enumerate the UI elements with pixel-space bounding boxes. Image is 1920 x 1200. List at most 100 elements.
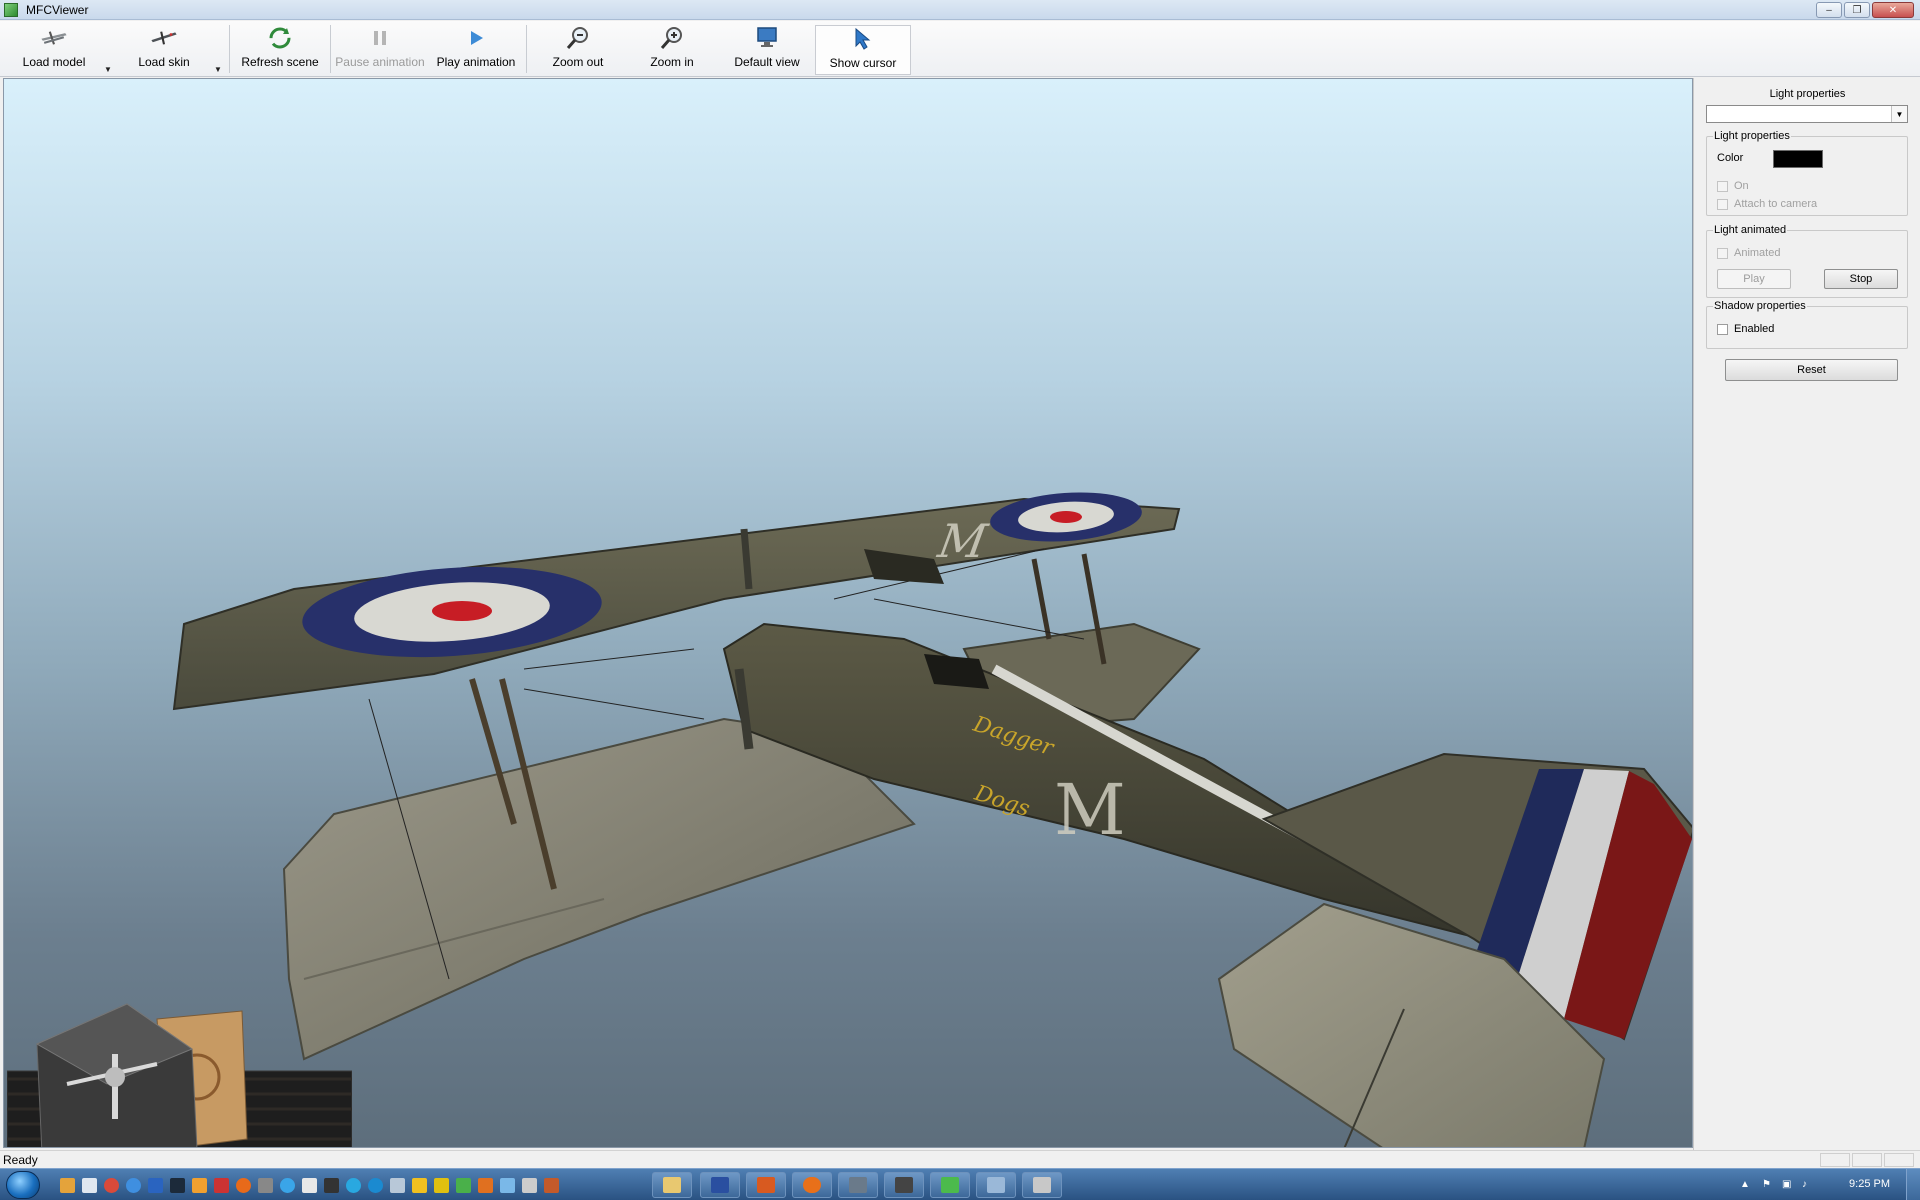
show-desktop-button[interactable] [1906,1169,1920,1200]
animated-label: Animated [1734,247,1781,259]
light-animated-group: Light animated Animated Play Stop [1706,224,1908,298]
quick-launch-icon[interactable] [522,1178,537,1193]
enabled-checkbox-row[interactable]: Enabled [1717,323,1774,335]
attach-to-camera-label: Attach to camera [1734,198,1818,210]
enabled-checkbox[interactable] [1717,323,1728,335]
quick-launch-icon[interactable] [544,1178,559,1193]
load-model-button[interactable]: Load model [14,25,94,75]
animated-checkbox[interactable] [1717,247,1728,259]
taskbar: ▲ ⚑ ▣ ♪ 9:25 PM [0,1168,1920,1200]
reset-button[interactable]: Reset [1725,359,1898,381]
attach-to-camera-checkbox[interactable] [1717,198,1728,210]
refresh-icon [266,25,294,51]
chevron-down-icon[interactable]: ▼ [1891,106,1907,122]
zoom-in-button[interactable]: Zoom in [632,25,712,75]
status-pane [1820,1153,1850,1167]
group-label: Light properties [1713,130,1791,142]
tray-chevron-icon[interactable]: ▲ [1740,1179,1752,1191]
quick-launch-icon[interactable] [170,1178,185,1193]
quick-launch-icon[interactable] [302,1178,317,1193]
restore-button[interactable]: ❐ [1844,2,1870,18]
volume-icon[interactable]: ♪ [1802,1179,1814,1191]
quick-launch-icon[interactable] [192,1178,207,1193]
load-skin-button[interactable]: Load skin [124,25,204,75]
group-label: Shadow properties [1713,300,1807,312]
refresh-scene-button[interactable]: Refresh scene [240,25,320,75]
quick-launch-icon[interactable] [60,1178,75,1193]
status-pane [1884,1153,1914,1167]
quick-launch-icon[interactable] [126,1178,141,1193]
toolbar: Load model ▼ Load skin ▼ Refresh scene P… [0,21,1920,77]
taskbar-app[interactable] [976,1172,1016,1198]
tray-clock[interactable]: 9:25 PM [1849,1178,1890,1190]
shadow-properties-group: Shadow properties Enabled [1706,300,1908,349]
pause-icon [366,25,394,51]
toolbar-separator [229,25,230,73]
load-skin-dropdown-arrow[interactable]: ▼ [214,65,222,74]
quick-launch-icon[interactable] [456,1178,471,1193]
quick-launch-icon[interactable] [214,1178,229,1193]
quick-launch-icon[interactable] [104,1178,119,1193]
3d-viewport[interactable]: M M Dagger Dogs [3,78,1693,1148]
quick-launch-icon[interactable] [280,1178,295,1193]
quick-launch-icon[interactable] [258,1178,273,1193]
pause-animation-button[interactable]: Pause animation [334,25,426,75]
taskbar-app[interactable] [746,1172,786,1198]
on-checkbox-row[interactable]: On [1717,180,1749,192]
quick-launch-icon[interactable] [412,1178,427,1193]
biplane-icon [40,25,68,51]
attach-to-camera-row[interactable]: Attach to camera [1717,198,1817,210]
taskbar-app[interactable] [700,1172,740,1198]
taskbar-app[interactable] [838,1172,878,1198]
refresh-scene-label: Refresh scene [241,55,319,69]
color-swatch[interactable] [1773,150,1823,168]
close-button[interactable]: ✕ [1872,2,1914,18]
taskbar-explorer[interactable] [652,1172,692,1198]
play-animation-button[interactable]: Play animation [430,25,522,75]
show-cursor-button[interactable]: Show cursor [815,25,911,75]
stop-button[interactable]: Stop [1824,269,1898,289]
group-label: Light animated [1713,224,1788,236]
animated-checkbox-row[interactable]: Animated [1717,247,1780,259]
cursor-icon [849,26,877,52]
default-view-label: Default view [734,55,800,69]
light-select-combo[interactable]: ▼ [1706,105,1908,123]
taskbar-app[interactable] [1022,1172,1062,1198]
quick-launch-icon[interactable] [346,1178,361,1193]
on-checkbox[interactable] [1717,180,1728,192]
zoom-out-button[interactable]: Zoom out [538,25,618,75]
monitor-icon [753,25,781,51]
status-bar: Ready [0,1150,1920,1168]
zoom-out-label: Zoom out [552,55,604,69]
light-properties-panel: Light properties ▼ Light properties Colo… [1693,78,1920,1150]
biplane-model [172,492,1692,1147]
quick-launch-icon[interactable] [390,1178,405,1193]
fuselage-letter: M [1054,769,1126,851]
taskbar-mfcviewer[interactable] [930,1172,970,1198]
zoom-out-icon [564,25,592,51]
start-button[interactable] [6,1171,40,1199]
load-model-dropdown-arrow[interactable]: ▼ [104,65,112,74]
enabled-label: Enabled [1734,323,1775,335]
panel-title: Light properties [1769,88,1846,100]
flag-icon[interactable]: ⚑ [1762,1179,1774,1191]
play-button[interactable]: Play [1717,269,1791,289]
quick-launch-icon[interactable] [324,1178,339,1193]
quick-launch-icon[interactable] [148,1178,163,1193]
quick-launch-icon[interactable] [478,1178,493,1193]
taskbar-firefox[interactable] [792,1172,832,1198]
minimize-button[interactable]: – [1816,2,1842,18]
quick-launch-icon[interactable] [500,1178,515,1193]
zoom-in-label: Zoom in [650,55,694,69]
quick-launch-icon[interactable] [368,1178,383,1193]
status-pane [1852,1153,1882,1167]
taskbar-app[interactable] [884,1172,924,1198]
network-icon[interactable]: ▣ [1782,1179,1794,1191]
quick-launch-icon[interactable] [82,1178,97,1193]
play-icon [462,25,490,51]
default-view-button[interactable]: Default view [727,25,807,75]
zoom-in-icon [658,25,686,51]
quick-launch-icon[interactable] [236,1178,251,1193]
quick-launch-icon[interactable] [434,1178,449,1193]
pause-animation-label: Pause animation [335,55,425,69]
